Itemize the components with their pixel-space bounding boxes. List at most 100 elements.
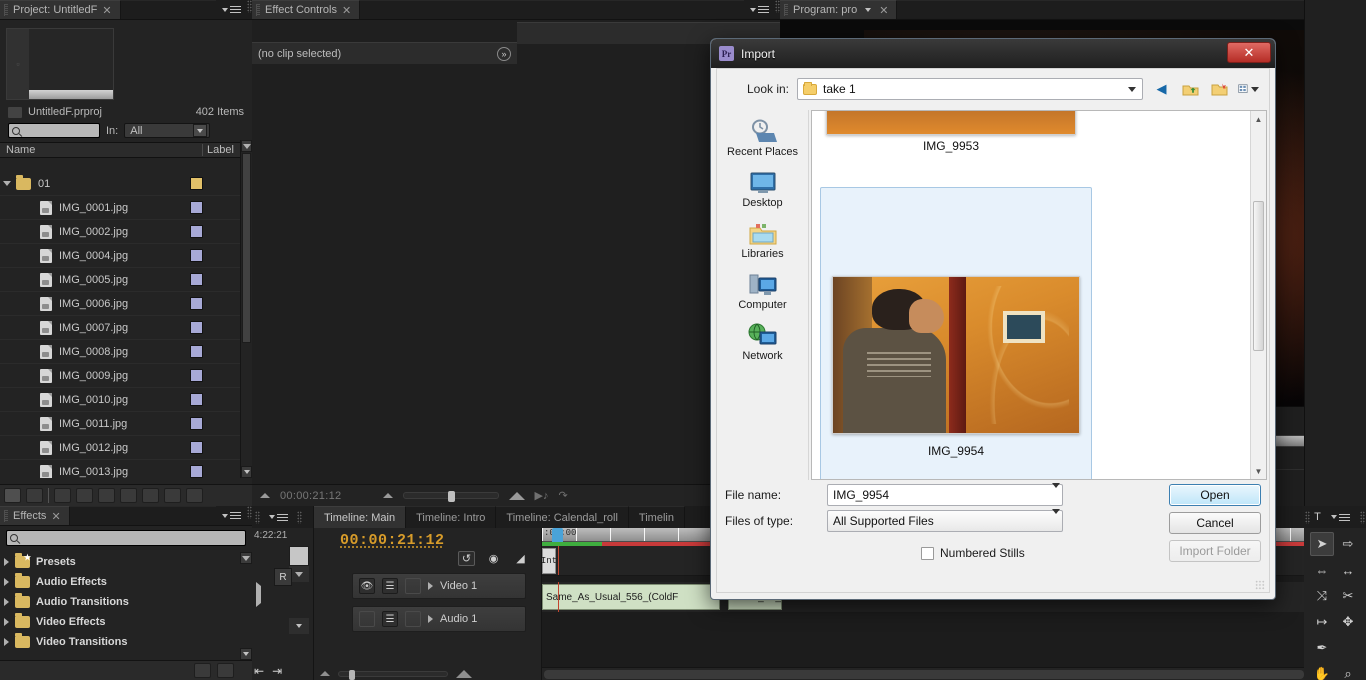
panel-resize-grip-icon[interactable] (1359, 510, 1365, 524)
timeline-zoom-box[interactable] (289, 546, 309, 566)
table-row[interactable]: 01 (0, 172, 240, 196)
expand-track-icon[interactable] (256, 582, 261, 607)
timeline-current-timecode[interactable]: 00:00:21:12 (314, 528, 541, 549)
cancel-button[interactable]: Cancel (1169, 512, 1261, 534)
track-target-r-button[interactable]: R (274, 568, 292, 586)
selection-tool-icon[interactable]: ➤ (1310, 532, 1334, 556)
scroll-up-icon[interactable]: ▲ (1251, 111, 1266, 127)
list-item[interactable]: Audio Effects (0, 572, 240, 592)
timeline-clip-video[interactable]: Int (542, 548, 557, 574)
toggle-track-output-icon[interactable]: 👁 (359, 578, 375, 594)
table-row[interactable]: IMG_0001.jpg (0, 196, 240, 220)
new-item-icon[interactable] (120, 488, 137, 503)
blank-tool-icon[interactable] (1336, 636, 1360, 660)
panel-drag-grip-icon[interactable] (255, 510, 260, 524)
column-name[interactable]: Name (0, 144, 202, 156)
track-header-audio-1[interactable]: ☰ Audio 1 (352, 606, 526, 632)
table-row[interactable]: IMG_0012.jpg (0, 436, 240, 460)
go-to-next-edit-icon[interactable]: ⇥ (272, 664, 282, 678)
find-icon[interactable] (76, 488, 93, 503)
list-view-icon[interactable] (4, 488, 21, 503)
razor-tool-icon[interactable]: ✂ (1336, 584, 1360, 608)
list-item[interactable]: Video Transitions (0, 632, 240, 652)
table-row[interactable]: IMG_0004.jpg (0, 244, 240, 268)
back-icon[interactable]: ◀ (1151, 79, 1172, 100)
tab-effect-controls[interactable]: Effect Controls ✕ (252, 0, 361, 19)
loop-icon[interactable]: ↷ (558, 489, 567, 502)
place-desktop[interactable]: Desktop (721, 167, 805, 212)
files-of-type-dropdown[interactable]: All Supported Files (827, 509, 1063, 532)
label-cell[interactable] (190, 201, 240, 214)
table-row[interactable]: IMG_0013.jpg (0, 460, 240, 478)
table-row[interactable]: IMG_0005.jpg (0, 268, 240, 292)
expand-track-icon[interactable] (428, 615, 433, 623)
create-new-folder-icon[interactable] (1209, 79, 1230, 100)
rate-stretch-tool-icon[interactable]: ⤨ (1310, 584, 1334, 608)
new-custom-bin-icon[interactable] (194, 663, 211, 678)
disclosure-triangle-icon[interactable] (4, 618, 9, 626)
list-item[interactable]: Video Effects (0, 612, 240, 632)
project-file-list[interactable]: 01 IMG_0001.jpg IMG_0002.jpg IMG_0004.jpg IM… (0, 172, 240, 478)
tab-timeline-calendal-roll[interactable]: Timeline: Calendal_roll (496, 506, 629, 528)
place-computer[interactable]: Computer (721, 269, 805, 314)
chevron-down-icon[interactable] (1052, 509, 1060, 528)
label-cell[interactable] (190, 321, 240, 334)
table-row[interactable]: IMG_0007.jpg (0, 316, 240, 340)
project-scrollbar[interactable] (240, 140, 252, 478)
add-marker-icon[interactable]: ◉ (485, 551, 502, 566)
place-network[interactable]: Network (721, 320, 805, 365)
scroll-up-icon[interactable] (241, 140, 252, 152)
label-cell[interactable] (190, 465, 240, 478)
panel-drag-grip-icon[interactable] (784, 4, 788, 16)
tab-timelin[interactable]: Timelin (628, 506, 685, 528)
zoom-out-icon[interactable] (382, 493, 393, 498)
label-cell[interactable] (190, 393, 240, 406)
clear-icon[interactable] (142, 488, 159, 503)
scroll-up-icon[interactable] (289, 566, 309, 582)
scroll-thumb[interactable] (242, 153, 251, 343)
slide-tool-icon[interactable]: ✥ (1336, 610, 1360, 634)
close-icon[interactable]: ✕ (1227, 42, 1271, 63)
panel-drag-grip-icon[interactable] (1305, 510, 1311, 524)
panel-drag-grip-icon[interactable] (256, 4, 260, 16)
pen-tool-icon[interactable]: ✒ (1310, 636, 1334, 660)
label-cell[interactable] (190, 273, 240, 286)
project-filter-dropdown[interactable]: All (124, 123, 211, 138)
places-sidebar[interactable]: Recent Places Desktop Libraries Computer Net… (717, 110, 809, 480)
label-cell[interactable] (190, 249, 240, 262)
file-browser-area[interactable]: IMG_9953 IMG_9954 ▲ ▼ (811, 110, 1267, 480)
timeline-zoom-slider[interactable] (338, 669, 448, 680)
scroll-down-icon[interactable] (240, 648, 252, 660)
disclosure-triangle-icon[interactable] (0, 181, 14, 186)
type-tool-icon[interactable]: T (1314, 511, 1321, 523)
scroll-down-icon[interactable] (241, 466, 252, 478)
automate-to-sequence-icon[interactable] (54, 488, 71, 503)
panel-menu-icon[interactable] (216, 506, 247, 525)
scroll-down-icon[interactable]: ▼ (1251, 463, 1266, 479)
panel-menu-icon[interactable] (216, 0, 247, 19)
label-cell[interactable] (190, 417, 240, 430)
previous-page-icon[interactable] (164, 488, 181, 503)
table-row[interactable]: IMG_0009.jpg (0, 364, 240, 388)
place-libraries[interactable]: Libraries (721, 218, 805, 263)
list-item[interactable]: Audio Transitions (0, 592, 240, 612)
numbered-stills-checkbox[interactable] (921, 546, 934, 560)
disclosure-triangle-icon[interactable] (4, 598, 9, 606)
tab-timeline-intro[interactable]: Timeline: Intro (406, 506, 497, 528)
dialog-button-column[interactable]: Open Cancel Import Folder (1169, 484, 1261, 562)
rolling-edit-tool-icon[interactable]: ↔ (1336, 558, 1360, 582)
scroll-thumb[interactable] (1253, 201, 1264, 351)
tab-program[interactable]: Program: pro ✕ (780, 0, 898, 19)
chevron-down-icon[interactable] (1052, 483, 1060, 502)
project-search-input[interactable] (8, 123, 100, 138)
tab-timeline-main[interactable]: Timeline: Main (314, 506, 407, 528)
resize-grip-icon[interactable] (1255, 580, 1265, 590)
chevron-down-icon[interactable] (1124, 80, 1140, 98)
table-row[interactable]: IMG_0010.jpg (0, 388, 240, 412)
panel-menu-icon[interactable] (1325, 512, 1356, 523)
tool-grid[interactable]: ➤ ⇨ ⇔ ↔ ⤨ ✂ ↦ ✥ ✒ ✋ ⌕ (1304, 528, 1366, 680)
label-cell[interactable] (190, 297, 240, 310)
next-page-icon[interactable] (186, 488, 203, 503)
dialog-titlebar[interactable]: Pr Import ✕ (711, 39, 1275, 68)
disclosure-triangle-icon[interactable] (4, 638, 9, 646)
